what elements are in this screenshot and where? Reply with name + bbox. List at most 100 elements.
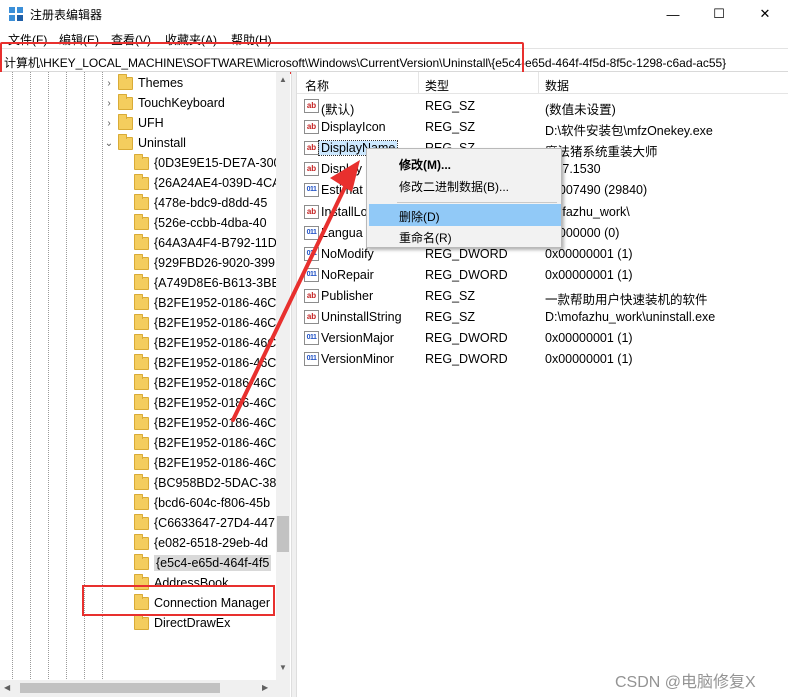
binary-value-icon: 011 xyxy=(304,267,319,282)
column-data[interactable]: 数据 xyxy=(545,77,569,94)
tree-item[interactable]: {B2FE1952-0186-46C xyxy=(134,393,276,413)
folder-icon xyxy=(134,173,149,190)
value-row[interactable]: ab UninstallString REG_SZ D:\mofazhu_work\u… xyxy=(297,307,788,328)
tree-item-label: Uninstall xyxy=(138,136,186,150)
folder-icon xyxy=(118,113,133,130)
string-value-icon: ab xyxy=(304,204,319,219)
tree-item-label: {bcd6-604c-f806-45b xyxy=(154,496,271,510)
folder-icon xyxy=(134,253,149,270)
tree-horizontal-scrollbar[interactable]: ◀ ▶ xyxy=(0,680,290,697)
tree-item[interactable]: {B2FE1952-0186-46C xyxy=(134,373,276,393)
tree-item-label: {e5c4-e65d-464f-4f5 xyxy=(154,555,272,571)
tree-vertical-scrollbar[interactable] xyxy=(276,72,290,680)
tree-scroll-thumb[interactable] xyxy=(277,516,289,552)
folder-icon xyxy=(134,473,149,490)
scroll-right-arrow-icon[interactable]: ▶ xyxy=(262,683,268,692)
ctx-modify[interactable]: 修改(M)... xyxy=(369,152,561,174)
tree-item[interactable]: {478e-bdc9-d8dd-45 xyxy=(134,193,267,213)
tree-item[interactable]: {e082-6518-29eb-4d xyxy=(134,533,268,553)
collapse-arrow-icon[interactable]: ⌄ xyxy=(104,138,114,149)
expand-arrow-icon[interactable]: › xyxy=(104,98,114,109)
folder-icon xyxy=(134,373,149,390)
value-type: REG_DWORD xyxy=(425,352,508,367)
value-data: (数值未设置) xyxy=(545,103,616,117)
value-row[interactable]: ab Publisher REG_SZ 一款帮助用户快速装机的软件 xyxy=(297,286,788,307)
value-data: 一款帮助用户快速装机的软件 xyxy=(545,292,708,307)
folder-icon xyxy=(134,313,149,330)
tree-item-label: {929FBD26-9020-399 xyxy=(154,256,275,270)
close-button[interactable]: ✕ xyxy=(742,0,788,28)
value-row[interactable]: 011 VersionMinor REG_DWORD 0x00000001 (1) xyxy=(297,349,788,370)
folder-icon xyxy=(134,293,149,310)
value-name: DisplayIcon xyxy=(321,120,386,135)
tree-item[interactable]: {0D3E9E15-DE7A-300 xyxy=(134,153,280,173)
scroll-left-arrow-icon[interactable]: ◀ xyxy=(4,683,10,692)
tree-item[interactable]: {B2FE1952-0186-46C xyxy=(134,293,276,313)
tree-item-label: {B2FE1952-0186-46C xyxy=(154,336,277,350)
ctx-delete[interactable]: 删除(D) xyxy=(369,204,561,226)
tree-item[interactable]: › UFH xyxy=(107,113,164,133)
tree-item-label: {B2FE1952-0186-46C xyxy=(154,356,277,370)
tree-item[interactable]: {B2FE1952-0186-46C xyxy=(134,413,276,433)
value-data: D:\软件安装包\mfzOnekey.exe xyxy=(545,124,713,139)
window-title: 注册表编辑器 xyxy=(30,8,103,22)
tree-item-label: TouchKeyboard xyxy=(138,96,225,110)
binary-value-icon: 011 xyxy=(304,225,319,240)
string-value-icon: ab xyxy=(304,162,319,177)
value-name: Publisher xyxy=(321,288,374,303)
tree-item[interactable]: {bcd6-604c-f806-45b xyxy=(134,493,270,513)
expand-arrow-icon[interactable]: › xyxy=(104,78,114,89)
registry-editor-icon xyxy=(9,7,23,21)
scroll-up-arrow-icon[interactable]: ▲ xyxy=(276,72,290,88)
tree-item[interactable]: ⌄ Uninstall xyxy=(105,133,186,153)
value-data: 0x00000001 (1) xyxy=(545,246,633,261)
tree-item[interactable]: {A749D8E6-B613-3BE xyxy=(134,273,280,293)
context-menu: 修改(M)... 修改二进制数据(B)... 删除(D) 重命名(R) xyxy=(366,148,562,248)
string-value-icon: ab xyxy=(304,120,319,135)
tree-item-label: {B2FE1952-0186-46C xyxy=(154,316,277,330)
column-divider[interactable] xyxy=(418,72,419,94)
ctx-rename[interactable]: 重命名(R) xyxy=(369,225,561,247)
tree-item-label: {0D3E9E15-DE7A-300 xyxy=(154,156,281,170)
tree-item[interactable]: › TouchKeyboard xyxy=(107,93,225,113)
folder-icon xyxy=(134,273,149,290)
tree-item-label: DirectDrawEx xyxy=(154,616,231,630)
tree-item[interactable]: {26A24AE4-039D-4CA xyxy=(134,173,280,193)
tree-hscroll-thumb[interactable] xyxy=(20,683,220,693)
tree-guide-line xyxy=(66,72,67,697)
tree-item[interactable]: DirectDrawEx xyxy=(134,613,230,633)
tree-item[interactable]: {929FBD26-9020-399 xyxy=(134,253,275,273)
value-name: (默认) xyxy=(321,103,355,117)
tree-item-label: {BC958BD2-5DAC-38 xyxy=(154,476,277,490)
tree-item[interactable]: {B2FE1952-0186-46C xyxy=(134,453,276,473)
tree-item[interactable]: › Themes xyxy=(107,73,183,93)
tree-item[interactable]: {B2FE1952-0186-46C xyxy=(134,333,276,353)
value-row[interactable]: 011 NoRepair REG_DWORD 0x00000001 (1) xyxy=(297,265,788,286)
tree-item-label: {64A3A4F4-B792-11D xyxy=(154,236,277,250)
maximize-button[interactable]: ☐ xyxy=(696,0,742,28)
folder-icon xyxy=(118,73,133,90)
value-name: VersionMajor xyxy=(321,331,394,346)
tree-item[interactable]: {526e-ccbb-4dba-40 xyxy=(134,213,267,233)
tree-item[interactable]: {B2FE1952-0186-46C xyxy=(134,313,276,333)
title-bar: 注册表编辑器 — ☐ ✕ xyxy=(0,0,788,28)
folder-icon xyxy=(134,393,149,410)
folder-icon xyxy=(134,193,149,210)
tree-item[interactable]: {B2FE1952-0186-46C xyxy=(134,433,276,453)
minimize-button[interactable]: — xyxy=(650,0,696,28)
tree-item[interactable]: {C6633647-27D4-447 xyxy=(134,513,275,533)
value-row[interactable]: 011 VersionMajor REG_DWORD 0x00000001 (1) xyxy=(297,328,788,349)
ctx-separator xyxy=(397,202,557,203)
tree-item[interactable]: {e5c4-e65d-464f-4f5 xyxy=(134,553,272,573)
column-name[interactable]: 名称 xyxy=(305,77,329,94)
column-divider[interactable] xyxy=(538,72,539,94)
expand-arrow-icon[interactable]: › xyxy=(104,118,114,129)
value-row[interactable]: ab (默认) REG_SZ (数值未设置) xyxy=(297,96,788,117)
ctx-modify-binary[interactable]: 修改二进制数据(B)... xyxy=(369,174,561,196)
tree-item[interactable]: {64A3A4F4-B792-11D xyxy=(134,233,277,253)
value-row[interactable]: ab DisplayIcon REG_SZ D:\软件安装包\mfzOnekey.ex… xyxy=(297,117,788,138)
tree-item[interactable]: {BC958BD2-5DAC-38 xyxy=(134,473,276,493)
tree-item[interactable]: {B2FE1952-0186-46C xyxy=(134,353,276,373)
scroll-down-arrow-icon[interactable]: ▼ xyxy=(276,660,290,676)
column-type[interactable]: 类型 xyxy=(425,77,449,94)
